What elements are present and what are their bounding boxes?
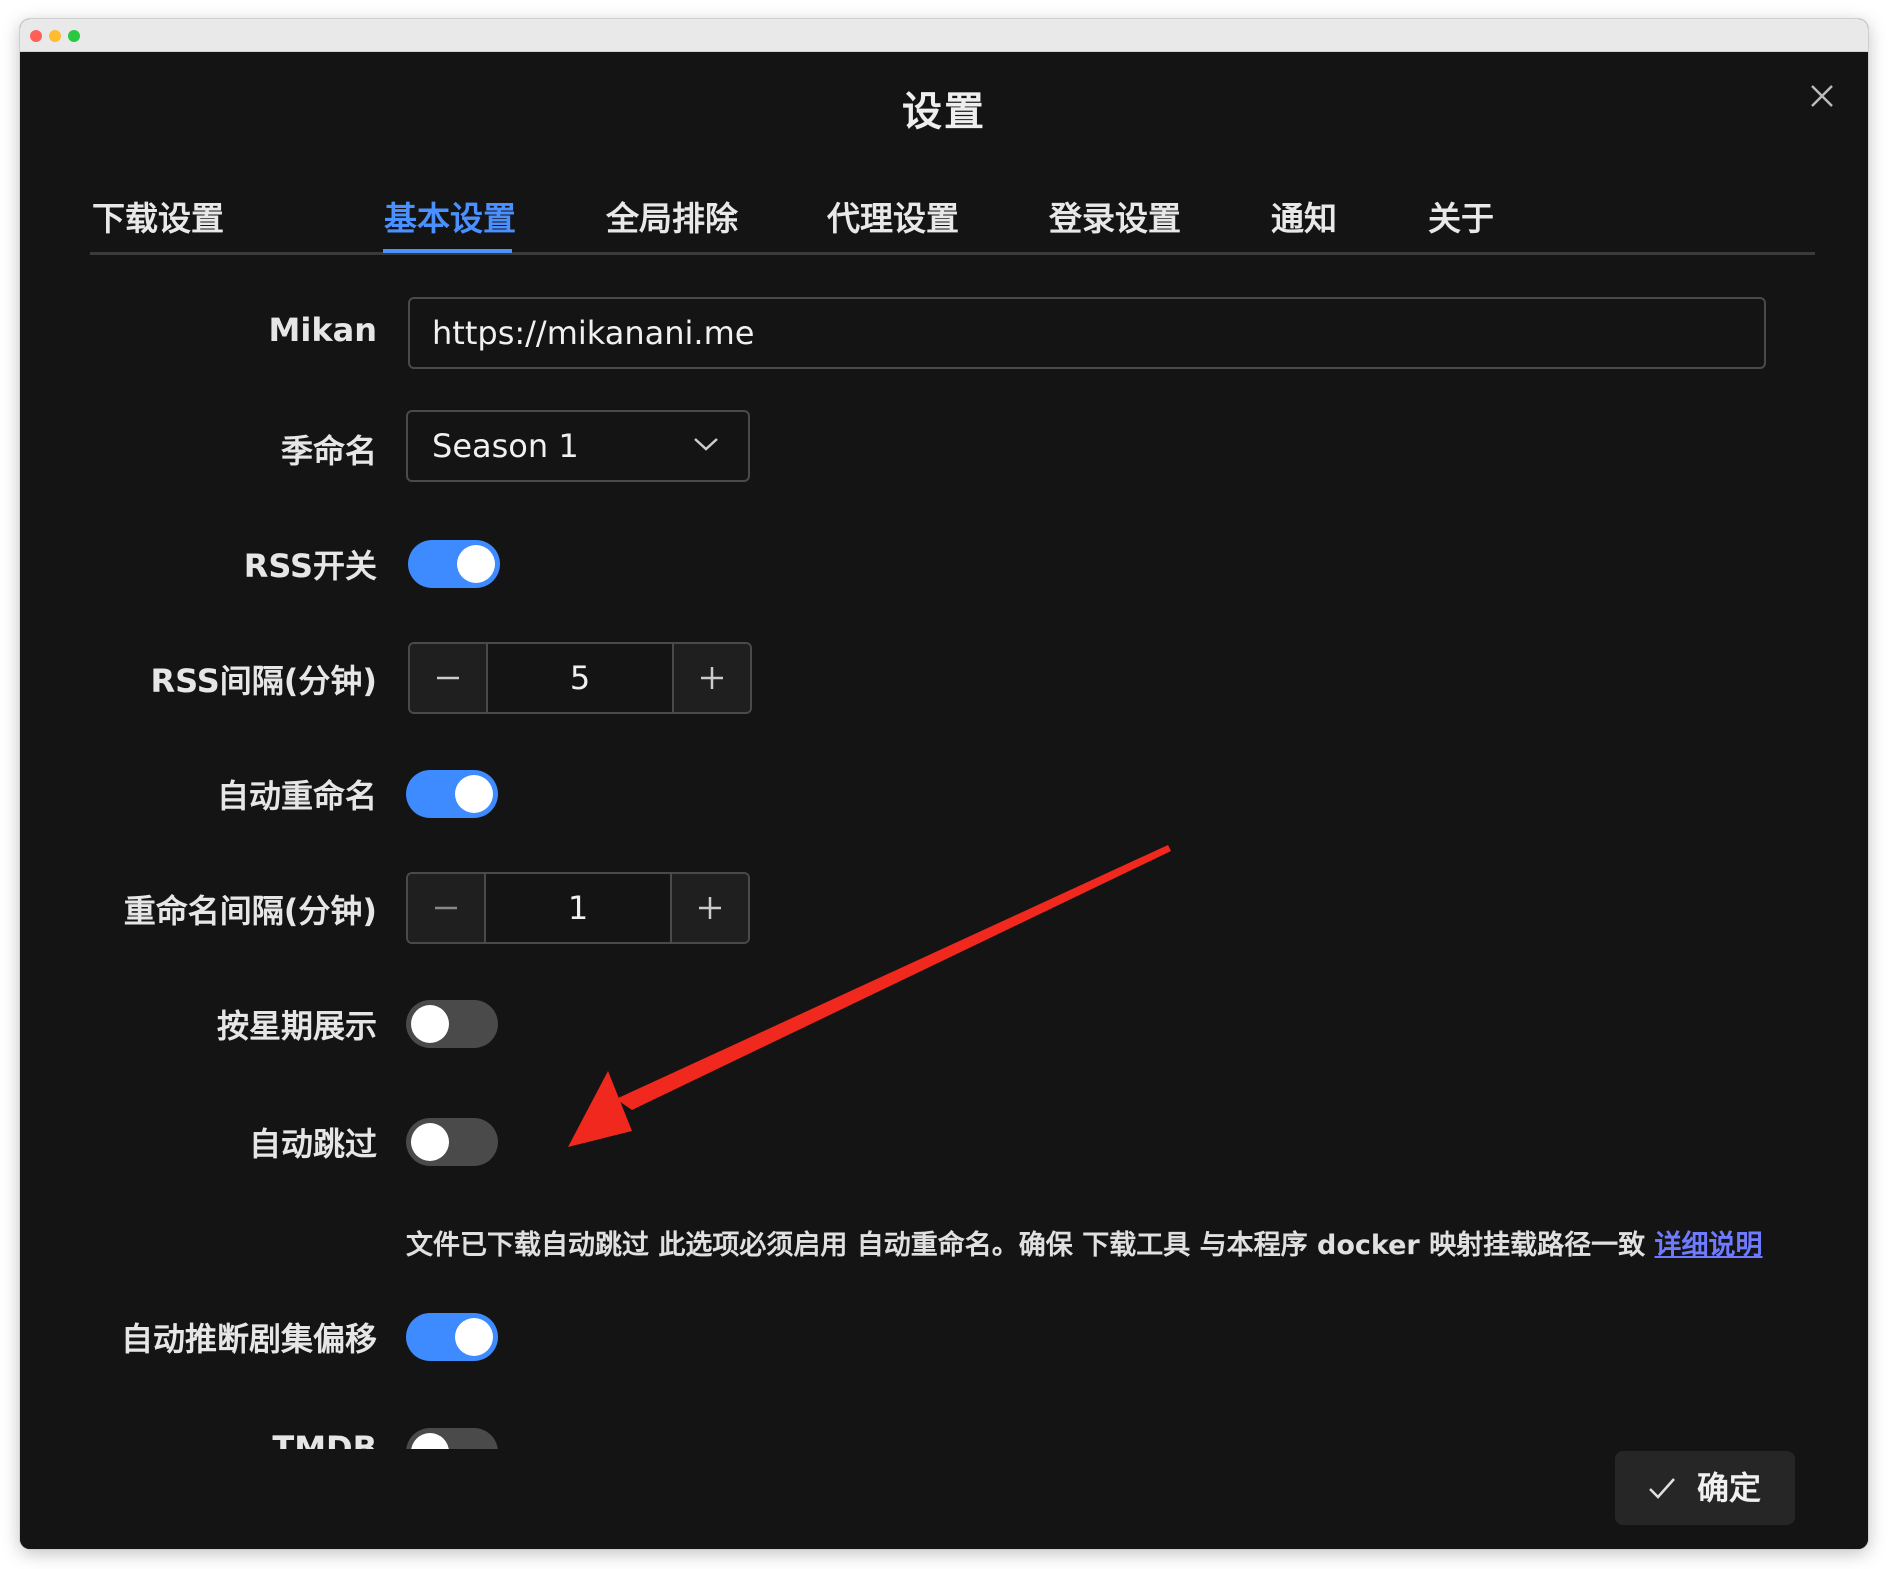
- rss-switch-label: RSS开关: [243, 547, 377, 585]
- auto-skip-label: 自动跳过: [248, 1125, 377, 1163]
- rename-interval-decrement-button[interactable]: [408, 874, 486, 942]
- tab-about[interactable]: 关于: [1428, 192, 1494, 240]
- tab-download-settings[interactable]: 下载设置: [92, 192, 224, 240]
- rss-interval-decrement-button[interactable]: [410, 644, 488, 712]
- auto-skip-help-text: 文件已下载自动跳过 此选项必须启用 自动重命名。确保 下载工具 与本程序 doc…: [406, 1223, 1763, 1262]
- rss-interval-label: RSS间隔(分钟): [150, 662, 377, 700]
- tab-proxy-settings[interactable]: 代理设置: [827, 192, 959, 240]
- minus-icon: [437, 676, 459, 680]
- auto-offset-toggle[interactable]: [406, 1313, 498, 1361]
- season-name-select[interactable]: Season 1: [406, 410, 750, 482]
- rename-interval-input[interactable]: 1: [486, 874, 670, 942]
- toggle-knob: [455, 775, 493, 813]
- weekday-display-toggle[interactable]: [406, 1000, 498, 1048]
- rss-interval-increment-button[interactable]: [672, 644, 750, 712]
- window-minimize-dot[interactable]: [49, 30, 61, 42]
- mikan-url-input[interactable]: https://mikanani.me: [408, 297, 1766, 369]
- window-titlebar: [20, 19, 1868, 52]
- tab-global-exclude[interactable]: 全局排除: [606, 192, 738, 240]
- active-tab-indicator: [383, 249, 512, 253]
- rename-interval-stepper: 1: [406, 872, 750, 944]
- close-icon[interactable]: [1802, 76, 1842, 116]
- weekday-display-label: 按星期展示: [216, 1007, 377, 1045]
- auto-skip-toggle[interactable]: [406, 1118, 498, 1166]
- auto-skip-details-link[interactable]: 详细说明: [1655, 1230, 1763, 1261]
- toggle-knob: [411, 1005, 449, 1043]
- rss-switch-toggle[interactable]: [408, 540, 500, 588]
- tab-login-settings[interactable]: 登录设置: [1049, 192, 1181, 240]
- window-close-dot[interactable]: [30, 30, 42, 42]
- auto-skip-help-description: 文件已下载自动跳过 此选项必须启用 自动重命名。确保 下载工具 与本程序 doc…: [406, 1230, 1646, 1261]
- rename-interval-increment-button[interactable]: [670, 874, 748, 942]
- confirm-button[interactable]: 确定: [1615, 1451, 1795, 1525]
- rename-interval-label: 重命名间隔(分钟): [123, 892, 377, 930]
- rss-interval-input[interactable]: 5: [488, 644, 672, 712]
- season-name-label: 季命名: [280, 432, 377, 470]
- auto-rename-toggle[interactable]: [406, 770, 498, 818]
- auto-offset-label: 自动推断剧集偏移: [120, 1320, 377, 1358]
- season-name-value: Season 1: [432, 427, 579, 465]
- check-icon: [1649, 1478, 1675, 1499]
- mikan-label: Mikan: [268, 311, 377, 349]
- settings-tabs: 下载设置 基本设置 全局排除 代理设置 登录设置 通知 关于: [90, 182, 1815, 255]
- settings-window: 设置 下载设置 基本设置 全局排除 代理设置 登录设置 通知 关于 Mikan …: [20, 19, 1868, 1549]
- toggle-knob: [455, 1318, 493, 1356]
- dialog-title: 设置: [902, 89, 986, 135]
- tab-basic-settings[interactable]: 基本设置: [384, 192, 516, 240]
- toggle-knob: [411, 1123, 449, 1161]
- minus-icon: [435, 906, 457, 910]
- plus-icon: [699, 897, 721, 919]
- window-zoom-dot[interactable]: [68, 30, 80, 42]
- confirm-button-label: 确定: [1697, 1469, 1762, 1507]
- rss-interval-stepper: 5: [408, 642, 752, 714]
- plus-icon: [701, 667, 723, 689]
- tab-notifications[interactable]: 通知: [1271, 192, 1337, 240]
- toggle-knob: [457, 545, 495, 583]
- footer-area: [20, 1449, 1868, 1549]
- auto-rename-label: 自动重命名: [216, 777, 377, 815]
- chevron-down-icon: [694, 438, 718, 451]
